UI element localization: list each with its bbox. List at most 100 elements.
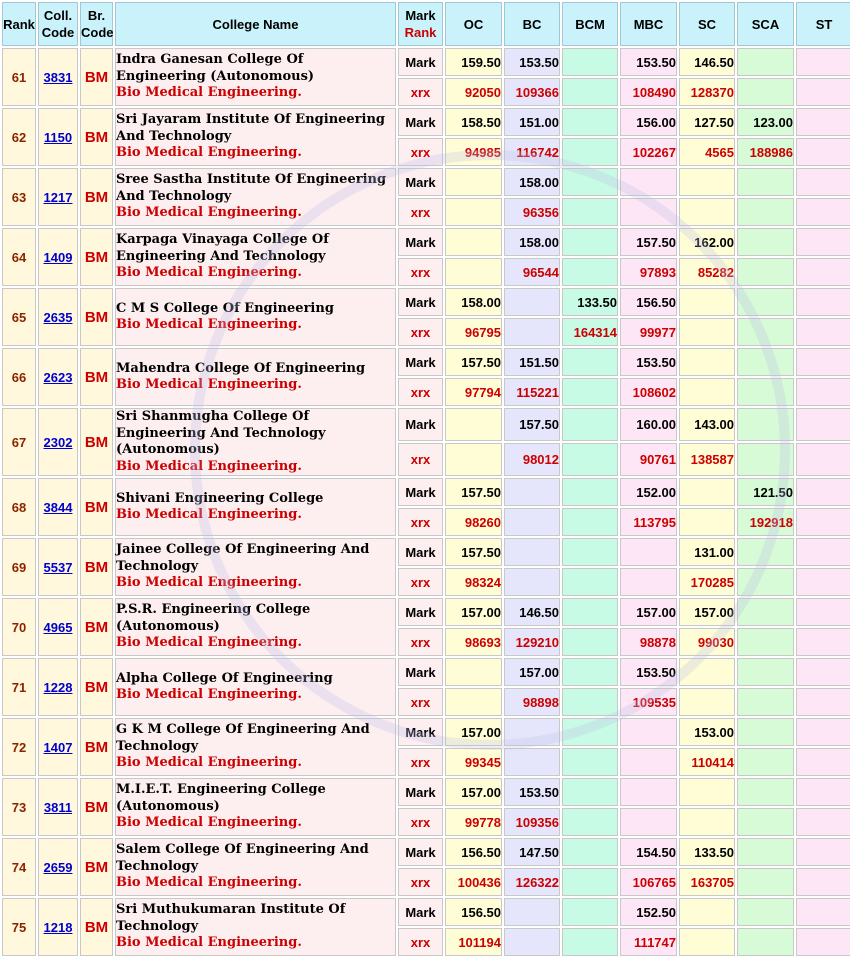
rank-sc	[679, 318, 735, 346]
mark-bcm	[562, 108, 618, 136]
mark-oc	[445, 658, 502, 686]
rank-sca	[737, 688, 794, 716]
college-code-link[interactable]: 3831	[44, 70, 73, 85]
rank-sc	[679, 688, 735, 716]
mark-st	[796, 48, 850, 76]
rank-oc: 98260	[445, 508, 502, 536]
mark-st	[796, 168, 850, 196]
mark-sca	[737, 838, 794, 866]
branch-code-cell: BM	[80, 778, 113, 836]
branch-code-cell: BM	[80, 838, 113, 896]
mark-sc	[679, 778, 735, 806]
cutoff-table: Rank Coll. Code Br. Code College Name Mark…	[0, 0, 850, 958]
college-code-link[interactable]: 2623	[44, 370, 73, 385]
college-code-link[interactable]: 2302	[44, 435, 73, 450]
branch-code-cell: BM	[80, 478, 113, 536]
mark-bc: 153.50	[504, 778, 560, 806]
college-code-link[interactable]: 1407	[44, 740, 73, 755]
mark-sc	[679, 478, 735, 506]
branch-code-cell: BM	[80, 538, 113, 596]
mark-mbc	[620, 718, 677, 746]
mark-mbc: 152.00	[620, 478, 677, 506]
mark-label: Mark	[398, 168, 443, 196]
header-row: Rank Coll. Code Br. Code College Name Mark…	[2, 2, 850, 46]
rank-st	[796, 318, 850, 346]
branch-name: Bio Medical Engineering.	[116, 458, 302, 474]
branch-name: Bio Medical Engineering.	[116, 755, 302, 771]
mark-label: Mark	[398, 48, 443, 76]
rank-oc: 98693	[445, 628, 502, 656]
college-code-link[interactable]: 2659	[44, 860, 73, 875]
college-code-link[interactable]: 1150	[44, 130, 72, 145]
rank-bc	[504, 568, 560, 596]
mark-label: Mark	[398, 228, 443, 256]
rank-oc	[445, 688, 502, 716]
table-row: 73 3811 BM M.I.E.T. Engineering College (Au…	[2, 778, 850, 836]
rank-mbc: 108490	[620, 78, 677, 106]
branch-name: Bio Medical Engineering.	[116, 575, 302, 591]
rank-cell: 63	[2, 168, 36, 226]
mark-bc: 151.50	[504, 348, 560, 376]
college-code-link[interactable]: 2635	[44, 310, 73, 325]
college-code-cell: 1217	[38, 168, 78, 226]
branch-code-cell: BM	[80, 898, 113, 956]
mark-mbc: 154.50	[620, 838, 677, 866]
rank-sca	[737, 868, 794, 896]
rank-cell: 70	[2, 598, 36, 656]
college-code-cell: 4965	[38, 598, 78, 656]
college-code-link[interactable]: 1218	[44, 920, 73, 935]
mark-oc: 156.50	[445, 898, 502, 926]
rank-oc: 99778	[445, 808, 502, 836]
mark-st	[796, 538, 850, 566]
rank-bc: 129210	[504, 628, 560, 656]
mark-oc: 159.50	[445, 48, 502, 76]
college-code-link[interactable]: 3811	[44, 800, 72, 815]
college-name-cell: Sree Sastha Institute Of Engineering And…	[115, 168, 396, 226]
college-name: Indra Ganesan College Of Engineering (Au…	[116, 52, 315, 84]
mark-sca	[737, 288, 794, 316]
rank-sca	[737, 443, 794, 476]
rank-oc: 100436	[445, 868, 502, 896]
rank-label: xrx	[398, 868, 443, 896]
branch-code-cell: BM	[80, 108, 113, 166]
college-name: Alpha College Of Engineering	[116, 670, 333, 686]
rank-mbc	[620, 748, 677, 776]
mark-sc: 157.00	[679, 598, 735, 626]
rank-st	[796, 508, 850, 536]
college-code-link[interactable]: 1217	[44, 190, 73, 205]
college-code-link[interactable]: 1228	[44, 680, 73, 695]
mark-mbc: 156.50	[620, 288, 677, 316]
mark-st	[796, 108, 850, 136]
mark-st	[796, 288, 850, 316]
rank-bcm	[562, 508, 618, 536]
mark-bcm	[562, 408, 618, 441]
college-code-link[interactable]: 4965	[44, 620, 73, 635]
rank-sc: 138587	[679, 443, 735, 476]
rank-cell: 75	[2, 898, 36, 956]
rank-sca	[737, 568, 794, 596]
rank-bc: 98898	[504, 688, 560, 716]
header-rank: Rank	[2, 2, 36, 46]
rank-cell: 71	[2, 658, 36, 716]
rank-bc: 109366	[504, 78, 560, 106]
college-code-cell: 3831	[38, 48, 78, 106]
college-code-link[interactable]: 1409	[44, 250, 73, 265]
rank-label: xrx	[398, 443, 443, 476]
rank-mbc	[620, 568, 677, 596]
header-sc: SC	[679, 2, 735, 46]
mark-st	[796, 898, 850, 926]
rank-bc	[504, 318, 560, 346]
mark-mbc	[620, 168, 677, 196]
mark-bcm	[562, 838, 618, 866]
branch-name: Bio Medical Engineering.	[116, 317, 302, 332]
mark-bcm	[562, 168, 618, 196]
college-code-link[interactable]: 3844	[44, 500, 73, 515]
college-code-link[interactable]: 5537	[44, 560, 73, 575]
rank-sc: 128370	[679, 78, 735, 106]
mark-oc: 158.50	[445, 108, 502, 136]
table-row: 70 4965 BM P.S.R. Engineering College (Auto…	[2, 598, 850, 656]
table-row: 72 1407 BM G K M College Of Engineering And…	[2, 718, 850, 776]
rank-bcm	[562, 688, 618, 716]
college-code-cell: 1218	[38, 898, 78, 956]
branch-name: Bio Medical Engineering.	[116, 145, 302, 161]
